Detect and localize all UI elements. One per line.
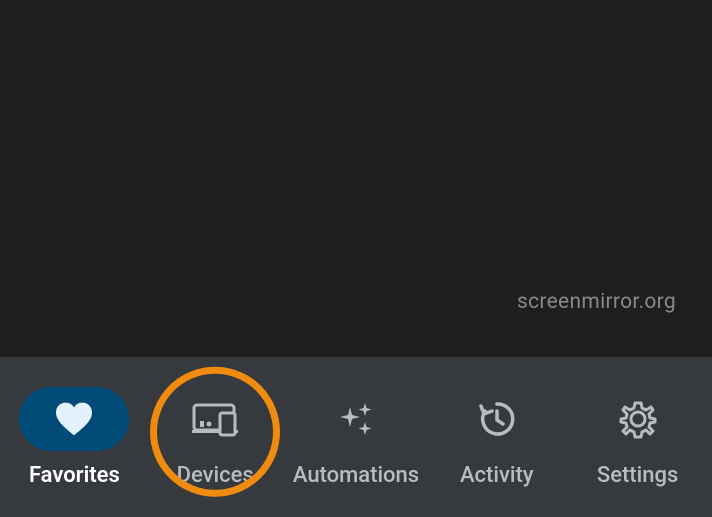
tab-favorites[interactable]: Favorites	[4, 357, 144, 517]
tab-settings[interactable]: Settings	[568, 357, 708, 517]
history-icon	[442, 387, 552, 451]
tab-label: Favorites	[29, 463, 120, 488]
sparkle-icon	[301, 387, 411, 451]
bottom-tab-bar: Favorites Devices Automations	[0, 357, 712, 517]
tab-devices[interactable]: Devices	[145, 357, 285, 517]
tab-label: Automations	[293, 463, 419, 488]
tab-activity[interactable]: Activity	[427, 357, 567, 517]
tab-automations[interactable]: Automations	[286, 357, 426, 517]
watermark-text: screenmirror.org	[517, 290, 676, 314]
gear-icon	[583, 387, 693, 451]
tab-label: Settings	[597, 463, 678, 488]
devices-icon	[160, 387, 270, 451]
tab-label: Activity	[460, 463, 534, 488]
heart-icon	[19, 387, 129, 451]
tab-label: Devices	[177, 463, 254, 488]
